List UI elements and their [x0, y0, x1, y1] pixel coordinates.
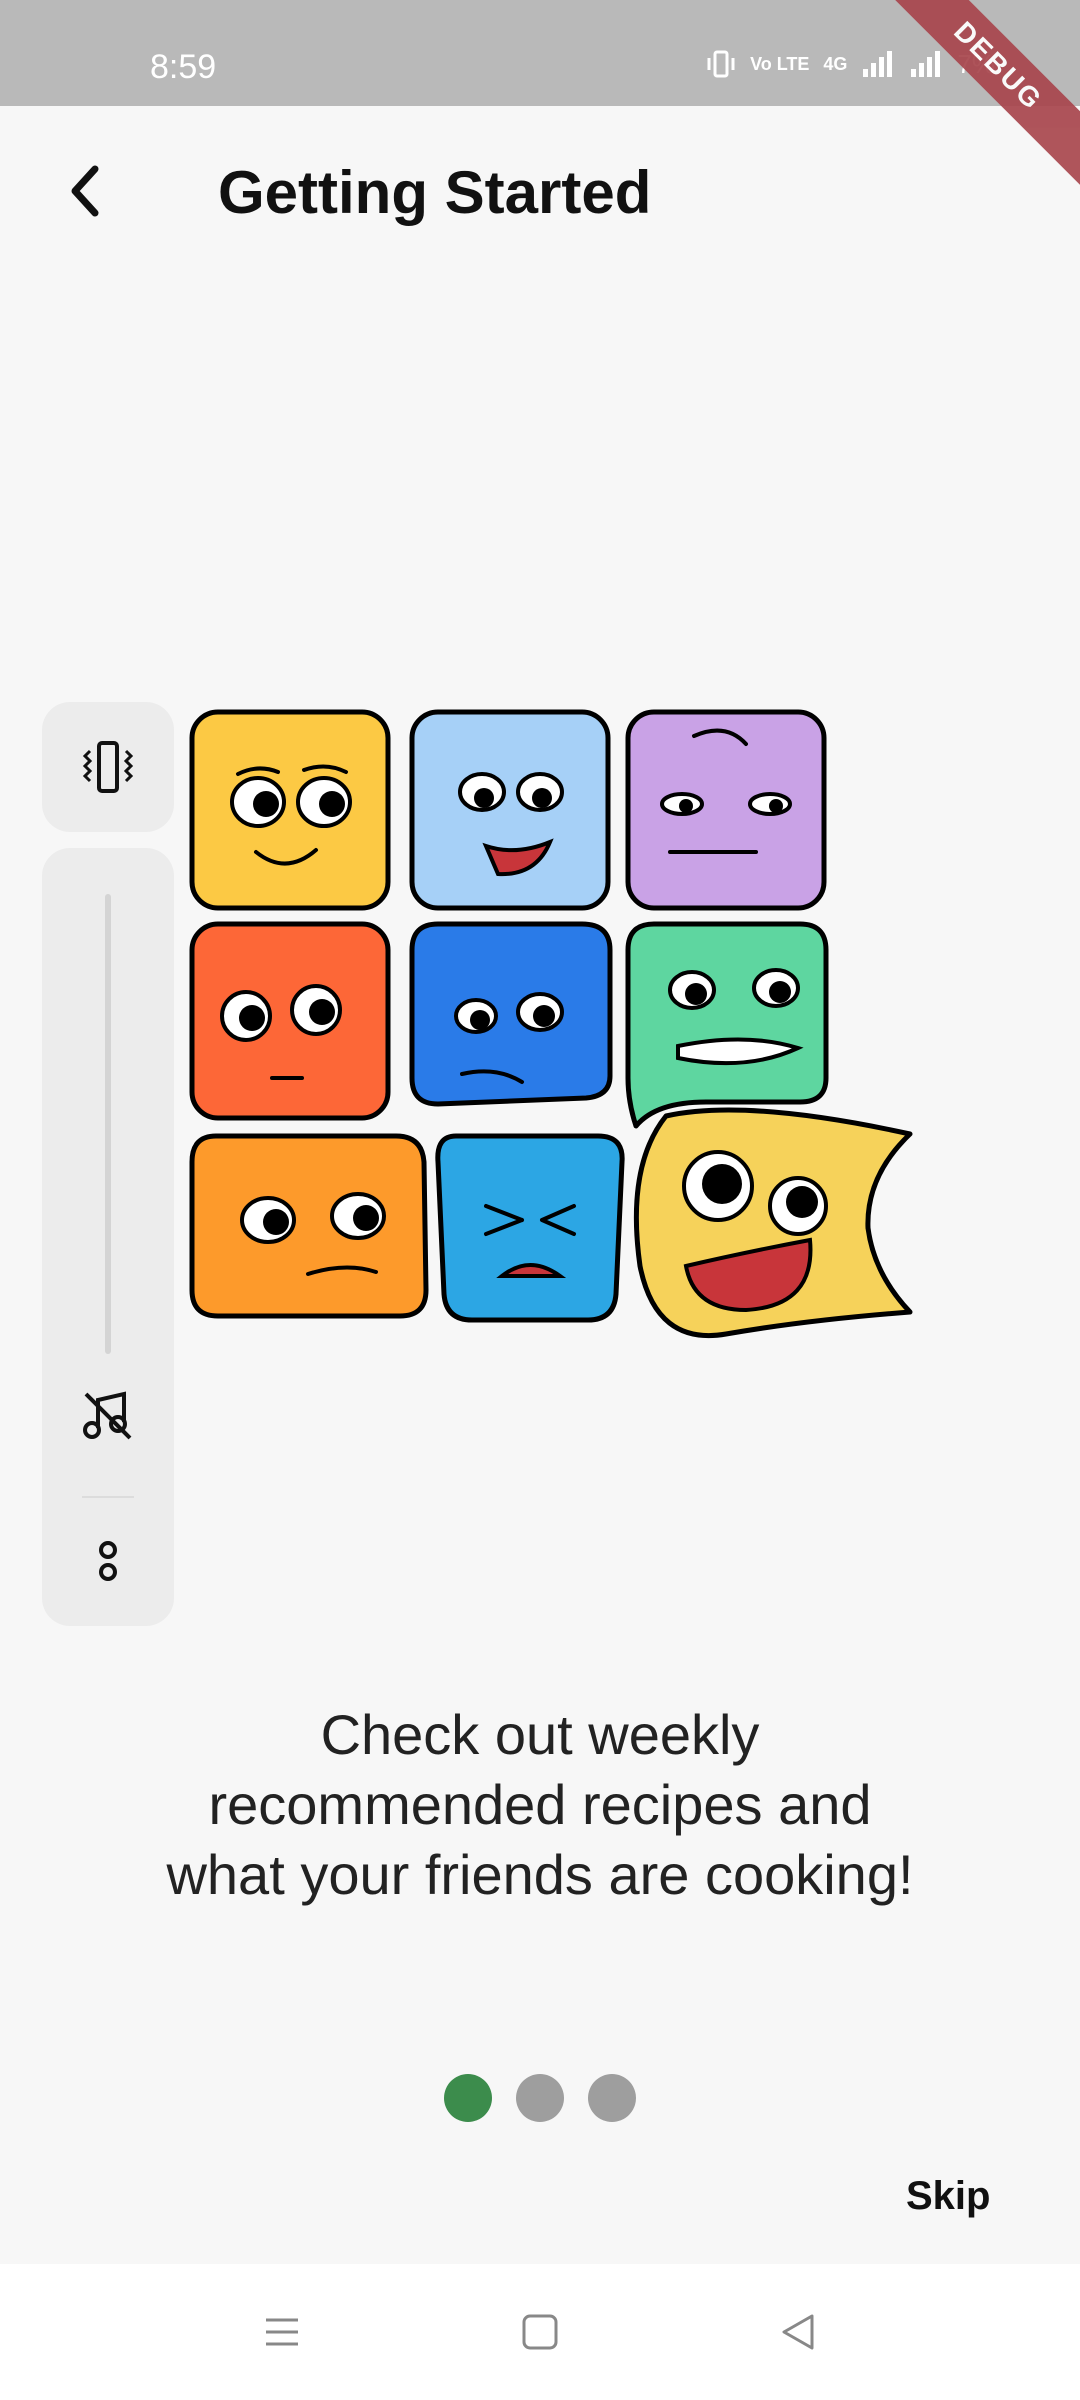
- description-line: what your friends are cooking!: [166, 1843, 914, 1906]
- page-title: Getting Started: [218, 159, 652, 226]
- yellow-face-tile: [189, 709, 391, 911]
- emoji-faces-illustration: [189, 709, 913, 1338]
- vibrate-icon: [82, 741, 134, 793]
- description-line: recommended recipes and: [208, 1773, 872, 1836]
- light-blue-face-tile: [409, 709, 611, 911]
- panel-divider: [82, 1496, 134, 1498]
- page-indicator: [444, 2074, 636, 2122]
- vibrate-status-icon: [707, 50, 735, 78]
- back-button[interactable]: [40, 146, 130, 236]
- nav-back-button[interactable]: [768, 2302, 828, 2362]
- menu-icon: [266, 2318, 298, 2346]
- vibrate-toggle[interactable]: [42, 702, 174, 832]
- more-vertical-icon[interactable]: [94, 1538, 122, 1586]
- status-time: 8:59: [150, 48, 217, 86]
- network-label: 4G: [823, 54, 848, 74]
- page-dot[interactable]: [588, 2074, 636, 2122]
- page-dot-active[interactable]: [444, 2074, 492, 2122]
- signal-icon: [863, 51, 893, 77]
- back-triangle-icon: [782, 2314, 814, 2350]
- orange-face-tile: [189, 1133, 429, 1319]
- page-dot[interactable]: [516, 2074, 564, 2122]
- system-nav-bar: [0, 2264, 1080, 2400]
- back-arrow-icon: [71, 165, 99, 217]
- home-button[interactable]: [510, 2302, 570, 2362]
- skip-button[interactable]: Skip: [898, 2164, 998, 2229]
- purple-face-tile: [625, 709, 827, 911]
- volume-panel: [42, 848, 174, 1626]
- home-square-icon: [522, 2314, 558, 2350]
- description-line: Check out weekly: [320, 1703, 760, 1766]
- green-face-tile: [625, 921, 829, 1129]
- volume-slider[interactable]: [105, 894, 111, 1354]
- onboarding-description: Check out weekly recommended recipes and…: [100, 1700, 980, 1910]
- cyan-face-tile: [435, 1133, 625, 1323]
- app-bar: Getting Started: [0, 106, 1080, 276]
- recent-apps-button[interactable]: [252, 2302, 312, 2362]
- volte-label: Vo LTE: [750, 54, 810, 74]
- music-off-icon[interactable]: [78, 1388, 138, 1444]
- signal-icon-2: [911, 51, 941, 77]
